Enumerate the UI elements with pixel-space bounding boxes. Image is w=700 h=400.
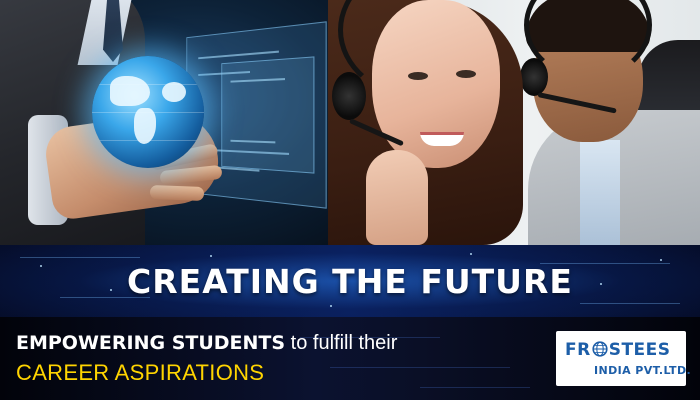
logo-subtitle: INDIA PVT.LTD. — [594, 364, 692, 377]
globe-icon — [592, 341, 608, 357]
career-banner: CREATING THE FUTURE EMPOWERING STUDENTS … — [0, 0, 700, 400]
tagline-rest: to fulfill their — [285, 332, 398, 354]
female-headset-earpiece — [332, 72, 366, 120]
headline-text: CREATING THE FUTURE — [127, 262, 573, 301]
tagline-highlight: CAREER ASPIRATIONS — [16, 360, 265, 385]
call-center-photo — [328, 0, 700, 245]
female-agent-hand — [366, 150, 428, 245]
frostees-logo: FR STEES INDIA PVT.LTD. — [556, 331, 691, 386]
businessman-globe-photo — [0, 0, 328, 245]
logo-wordmark: FR STEES — [565, 340, 671, 360]
holographic-panel — [221, 56, 315, 174]
male-headset-earpiece — [520, 58, 548, 96]
logo-wordmark-post: STEES — [608, 340, 671, 360]
tagline-emphasis: EMPOWERING STUDENTS — [16, 332, 286, 354]
glowing-globe-icon — [92, 56, 204, 168]
agent-shirt — [580, 140, 620, 245]
tagline-line-1: EMPOWERING STUDENTS to fulfill their — [16, 332, 397, 355]
logo-wordmark-pre: FR — [565, 340, 591, 360]
